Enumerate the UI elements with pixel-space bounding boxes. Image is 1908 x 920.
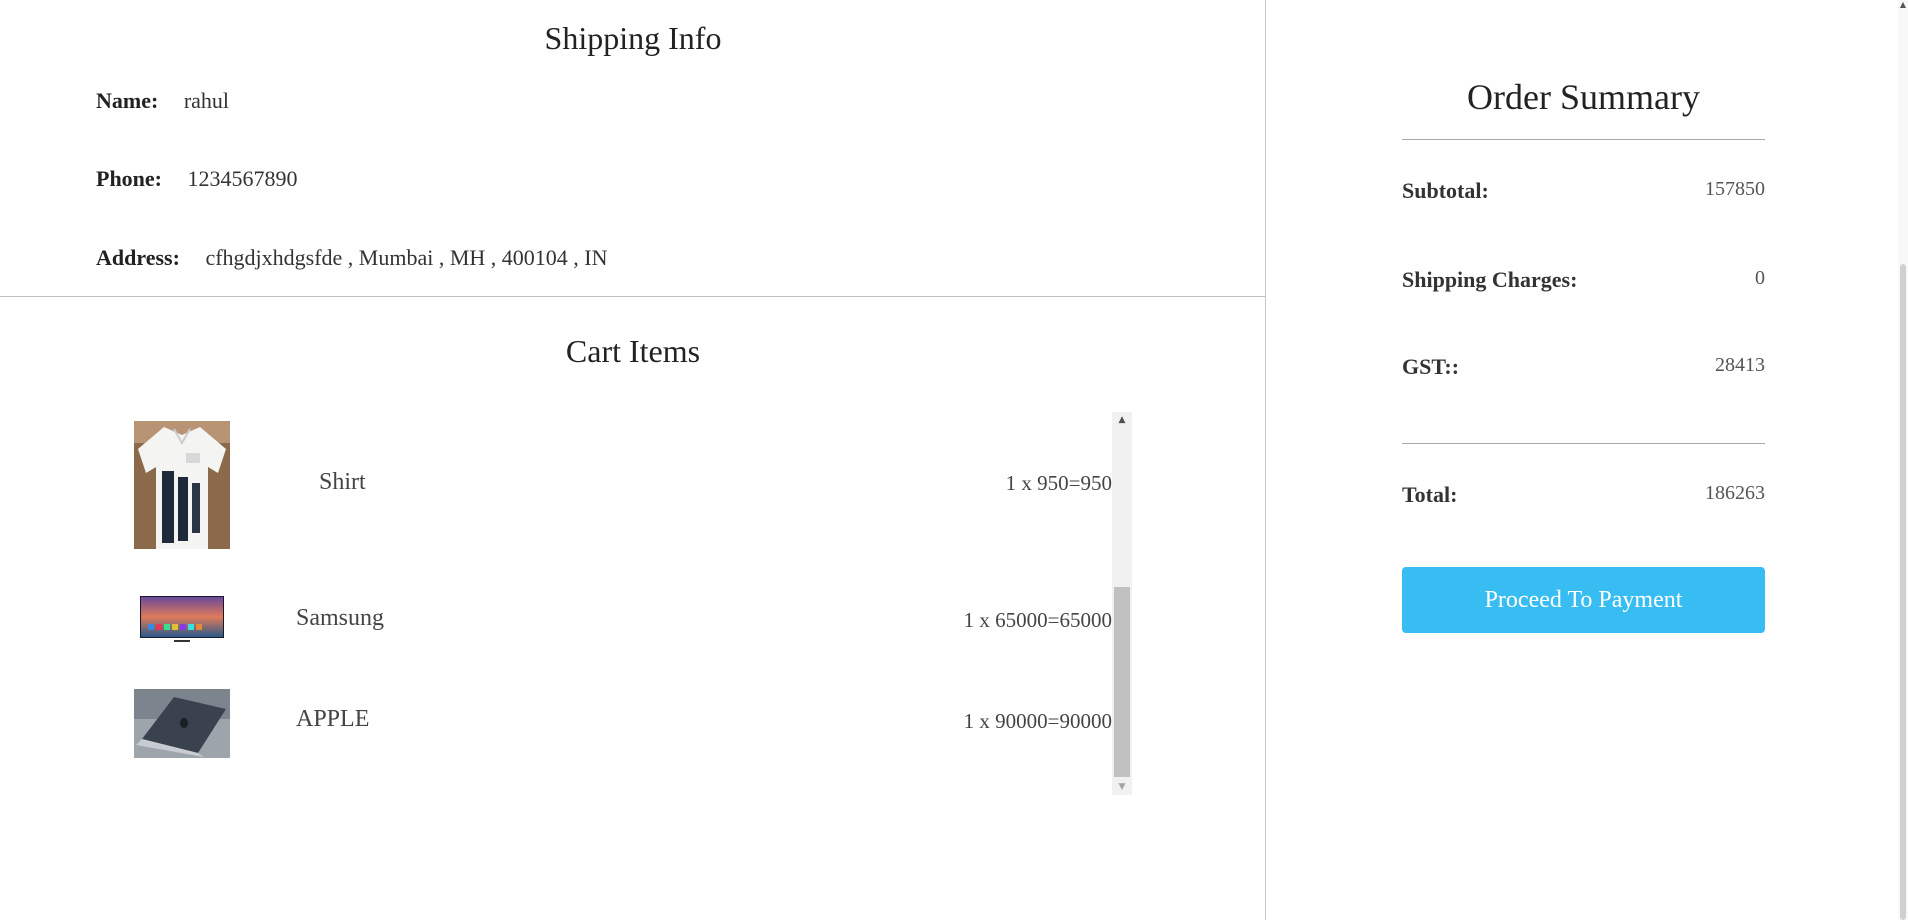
proceed-to-payment-button[interactable]: Proceed To Payment: [1402, 567, 1765, 633]
cart-scrollbar[interactable]: ▲ ▼: [1112, 412, 1132, 795]
scroll-down-arrow-icon[interactable]: ▼: [1112, 779, 1132, 795]
cart-item-name[interactable]: APPLE: [296, 706, 369, 733]
subtotal-label: Subtotal:: [1402, 178, 1489, 203]
name-value: rahul: [183, 88, 230, 113]
shipping-name-row: Name: rahul: [96, 88, 229, 114]
shirt-image[interactable]: [134, 421, 230, 549]
phone-value: 1234567890: [187, 166, 298, 191]
gst-value: 28413: [1715, 354, 1765, 376]
shipping-charges-value: 0: [1755, 267, 1765, 289]
subtotal-value: 157850: [1705, 178, 1765, 200]
address-value: cfhgdjxhdgsfde , Mumbai , MH , 400104 , …: [205, 245, 608, 270]
summary-divider: [1402, 443, 1765, 444]
address-label: Address:: [96, 245, 180, 270]
order-summary-title: Order Summary: [1467, 77, 1700, 117]
cart-item-price: 1 x 65000=65000: [963, 608, 1112, 632]
name-label: Name:: [96, 88, 159, 113]
scrollbar-thumb[interactable]: [1114, 587, 1130, 777]
order-details-column: Shipping Info Name: rahul Phone: 1234567…: [0, 0, 1266, 920]
cart-item: APPLE 1 x 90000=90000: [134, 689, 1112, 758]
cart-item-name[interactable]: Shirt: [319, 469, 366, 496]
summary-divider: [1402, 139, 1765, 140]
cart-item: Samsung 1 x 65000=65000: [134, 592, 1112, 648]
cart-item: Shirt 1 x 950=950: [134, 421, 1112, 549]
shipping-charges-label: Shipping Charges:: [1402, 267, 1578, 292]
shipping-phone-row: Phone: 1234567890: [96, 166, 298, 192]
total-label: Total:: [1402, 482, 1458, 507]
total-value: 186263: [1705, 482, 1765, 504]
shipping-address-row: Address: cfhgdjxhdgsfde , Mumbai , MH , …: [96, 245, 608, 271]
cart-items-title: Cart Items: [565, 333, 701, 369]
confirm-order-page: Shipping Info Name: rahul Phone: 1234567…: [0, 0, 1908, 920]
scroll-up-arrow-icon[interactable]: ▲: [1112, 412, 1132, 428]
page-scrollbar[interactable]: ▲: [1898, 0, 1908, 920]
shipping-info-title: Shipping Info: [544, 20, 722, 56]
cart-items-list: Shirt 1 x 950=950 Samsung 1 x 65000=6500…: [134, 412, 1132, 795]
tv-image[interactable]: [134, 592, 230, 648]
page-scroll-up-icon[interactable]: ▲: [1898, 0, 1908, 10]
cart-item-name[interactable]: Samsung: [296, 605, 384, 632]
section-divider: [0, 296, 1266, 297]
cart-item-price: 1 x 950=950: [1005, 471, 1112, 495]
page-scrollbar-thumb[interactable]: [1900, 264, 1906, 920]
phone-label: Phone:: [96, 166, 162, 191]
cart-item-price: 1 x 90000=90000: [963, 709, 1112, 733]
gst-label: GST::: [1402, 354, 1460, 379]
laptop-image[interactable]: [134, 689, 230, 758]
